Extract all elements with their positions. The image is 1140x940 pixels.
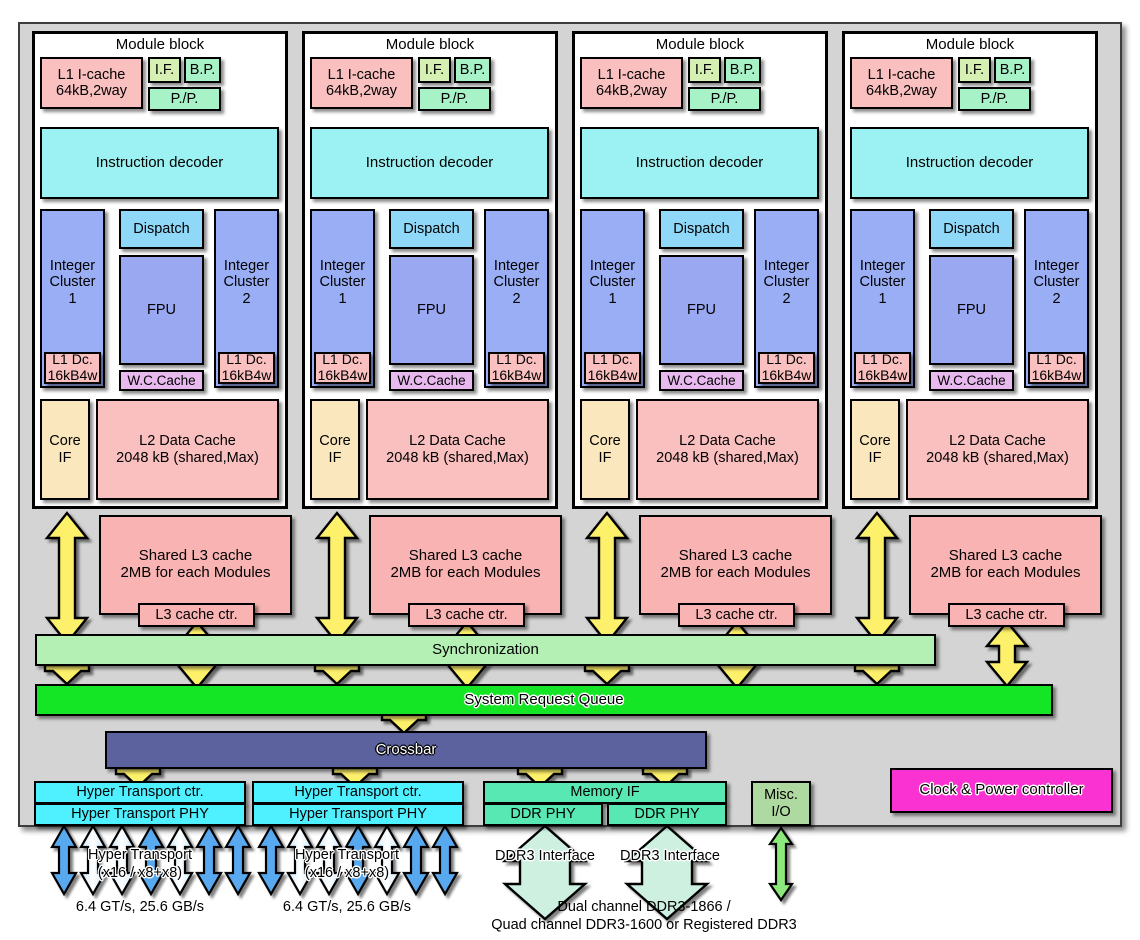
core-if-1: Core IF [40,399,90,500]
wc-cache-1: W.C.Cache [119,370,204,391]
hypertransport-phy-2: Hyper Transport PHY [252,803,464,826]
branch-predictor-1: B.P. [184,57,221,83]
l3-cache-ctr-2: L3 cache ctr. [408,603,525,627]
misc-io-block: Misc. I/O [751,781,811,826]
hypertransport-phy-1: Hyper Transport PHY [34,803,246,826]
instruction-fetch-4: I.F. [958,57,991,83]
wc-cache-2: W.C.Cache [389,370,474,391]
dispatch-2: Dispatch [389,209,474,249]
prefetch-predecode-1: P./P. [148,87,221,111]
instruction-fetch-1: I.F. [148,57,181,83]
wc-cache-4: W.C.Cache [929,370,1014,391]
instruction-decoder-2: Instruction decoder [310,127,549,199]
prefetch-predecode-2: P./P. [418,87,491,111]
core-if-2: Core IF [310,399,360,500]
fpu-1: FPU [119,255,204,365]
branch-predictor-4: B.P. [994,57,1031,83]
instruction-decoder-1: Instruction decoder [40,127,279,199]
ddr3-interface-label-2: DDR3 Interface [620,848,720,864]
l3-cache-ctr-4: L3 cache ctr. [948,603,1065,627]
l3-cache-ctr-3: L3 cache ctr. [678,603,795,627]
l1-dcache-2a: L1 Dc. 16kB4w [314,351,371,384]
l1-dcache-2b: L1 Dc. 16kB4w [488,351,545,384]
l2-data-cache-4: L2 Data Cache 2048 kB (shared,Max) [906,399,1089,500]
instruction-fetch-2: I.F. [418,57,451,83]
hypertransport-link-label-1: Hyper Transport (x16 / x8+x8) [88,847,192,882]
shared-l3-cache-1: Shared L3 cache 2MB for each Modules [99,515,292,615]
prefetch-predecode-4: P./P. [958,87,1031,111]
l2-data-cache-3: L2 Data Cache 2048 kB (shared,Max) [636,399,819,500]
dispatch-3: Dispatch [659,209,744,249]
prefetch-predecode-3: P./P. [688,87,761,111]
l3-cache-ctr-1: L3 cache ctr. [138,603,255,627]
ddr3-interface-label-1: DDR3 Interface [495,848,595,864]
instruction-fetch-3: I.F. [688,57,721,83]
module-title-1: Module block [115,36,205,53]
fpu-4: FPU [929,255,1014,365]
hypertransport-speed-1: 6.4 GT/s, 25.6 GB/s [75,899,205,915]
dispatch-4: Dispatch [929,209,1014,249]
clock-power-controller: Clock & Power controller [890,768,1113,813]
shared-l3-cache-4: Shared L3 cache 2MB for each Modules [909,515,1102,615]
l1-dcache-1a: L1 Dc. 16kB4w [44,351,101,384]
l1-icache-2: L1 I-cache 64kB,2way [310,57,413,109]
l2-data-cache-1: L2 Data Cache 2048 kB (shared,Max) [96,399,279,500]
branch-predictor-2: B.P. [454,57,491,83]
instruction-decoder-4: Instruction decoder [850,127,1089,199]
wc-cache-3: W.C.Cache [659,370,744,391]
ddr-phy-2: DDR PHY [607,803,727,826]
diagram-canvas: Module block L1 I-cache 64kB,2way I.F. B… [0,0,1140,940]
l1-icache-4: L1 I-cache 64kB,2way [850,57,953,109]
hypertransport-ctr-2: Hyper Transport ctr. [252,781,464,804]
memory-if-bar: Memory IF [483,781,727,804]
shared-l3-cache-3: Shared L3 cache 2MB for each Modules [639,515,832,615]
l1-icache-3: L1 I-cache 64kB,2way [580,57,683,109]
ddr-phy-1: DDR PHY [483,803,603,826]
l1-dcache-4b: L1 Dc. 16kB4w [1028,351,1085,384]
branch-predictor-3: B.P. [724,57,761,83]
dispatch-1: Dispatch [119,209,204,249]
l1-dcache-4a: L1 Dc. 16kB4w [854,351,911,384]
module-title-3: Module block [655,36,745,53]
l2-data-cache-2: L2 Data Cache 2048 kB (shared,Max) [366,399,549,500]
core-if-4: Core IF [850,399,900,500]
hypertransport-link-label-2: Hyper Transport (x16 / x8+x8) [295,847,399,882]
fpu-2: FPU [389,255,474,365]
shared-l3-cache-2: Shared L3 cache 2MB for each Modules [369,515,562,615]
instruction-decoder-3: Instruction decoder [580,127,819,199]
core-if-3: Core IF [580,399,630,500]
module-title-4: Module block [925,36,1015,53]
l1-icache-1: L1 I-cache 64kB,2way [40,57,143,109]
l1-dcache-1b: L1 Dc. 16kB4w [218,351,275,384]
l1-dcache-3a: L1 Dc. 16kB4w [584,351,641,384]
module-title-2: Module block [385,36,475,53]
system-request-queue-bar: System Request Queue [35,684,1053,716]
crossbar-bar: Crossbar [105,731,707,769]
memory-footnote: Dual channel DDR3-1866 / Quad channel DD… [491,899,797,934]
hypertransport-ctr-1: Hyper Transport ctr. [34,781,246,804]
fpu-3: FPU [659,255,744,365]
synchronization-bar: Synchronization [35,634,936,666]
l1-dcache-3b: L1 Dc. 16kB4w [758,351,815,384]
